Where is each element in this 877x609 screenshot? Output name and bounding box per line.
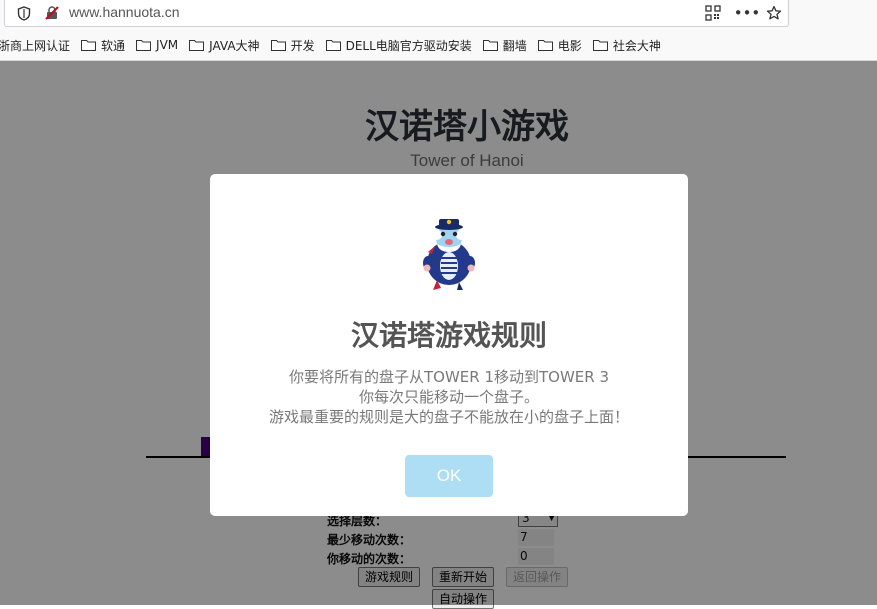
more-actions-icon[interactable]: ••• (734, 3, 761, 23)
folder-icon (592, 40, 608, 51)
sailor-mascot-icon (423, 219, 475, 290)
bookmark-label: 浙商上网认证 (0, 38, 71, 53)
folder-icon (482, 40, 498, 51)
folder-icon (81, 40, 97, 51)
folder-icon (136, 40, 152, 51)
bookmark-folder[interactable]: 社会大神 (592, 37, 661, 54)
bookmarks-toolbar: 浙商上网认证 软通 JVM JAVA大神 开发 DELL电脑官方驱动安装 翻墙 … (0, 30, 877, 61)
ok-button[interactable]: OK (405, 455, 493, 497)
bookmark-folder[interactable]: 软通 (81, 37, 125, 54)
dialog-message: 你要将所有的盘子从TOWER 1移动到TOWER 3 你每次只能移动一个盘子。 … (210, 367, 688, 427)
dialog-line-1: 你要将所有的盘子从TOWER 1移动到TOWER 3 (288, 368, 610, 386)
rules-dialog: 汉诺塔游戏规则 你要将所有的盘子从TOWER 1移动到TOWER 3 你每次只能… (210, 174, 688, 516)
folder-icon (189, 40, 205, 51)
bookmark-folder[interactable]: 开发 (270, 37, 315, 54)
qr-code-icon[interactable] (702, 3, 724, 23)
bookmark-label: JVM (156, 38, 179, 52)
folder-icon (270, 40, 286, 51)
browser-toolbar: www.hannuota.cn ••• (0, 0, 877, 30)
shield-icon[interactable] (15, 4, 33, 22)
url-text[interactable]: www.hannuota.cn (69, 4, 180, 20)
bookmark-folder[interactable]: 翻墙 (482, 37, 527, 54)
folder-icon (537, 40, 553, 51)
dialog-line-3: 游戏最重要的规则是大的盘子不能放在小的盘子上面！ (268, 408, 629, 426)
bookmark-label: 软通 (101, 38, 126, 53)
bookmark-folder[interactable]: 电影 (537, 37, 582, 54)
bookmark-star-icon[interactable] (763, 3, 785, 23)
bookmark-label: 开发 (290, 38, 315, 53)
bookmark-item[interactable]: 浙商上网认证 (0, 37, 70, 54)
insecure-connection-icon[interactable] (43, 4, 61, 22)
bookmark-label: 电影 (557, 38, 582, 53)
bookmark-folder[interactable]: JAVA大神 (189, 37, 260, 54)
page-content: 汉诺塔小游戏 Tower of Hanoi 选择层数： 3 ▼ 最少移动次数： … (0, 61, 877, 609)
bookmark-label: JAVA大神 (209, 38, 260, 53)
bookmark-label: 翻墙 (502, 38, 527, 53)
bookmark-folder[interactable]: JVM (136, 38, 178, 52)
bookmark-folder[interactable]: DELL电脑官方驱动安装 (325, 37, 472, 54)
address-bar[interactable]: www.hannuota.cn ••• (4, 0, 789, 27)
bookmark-label: DELL电脑官方驱动安装 (345, 38, 472, 53)
folder-icon (325, 40, 341, 51)
bookmark-label: 社会大神 (612, 38, 661, 53)
dialog-line-2: 你每次只能移动一个盘子。 (358, 388, 539, 406)
dialog-title: 汉诺塔游戏规则 (350, 319, 547, 352)
